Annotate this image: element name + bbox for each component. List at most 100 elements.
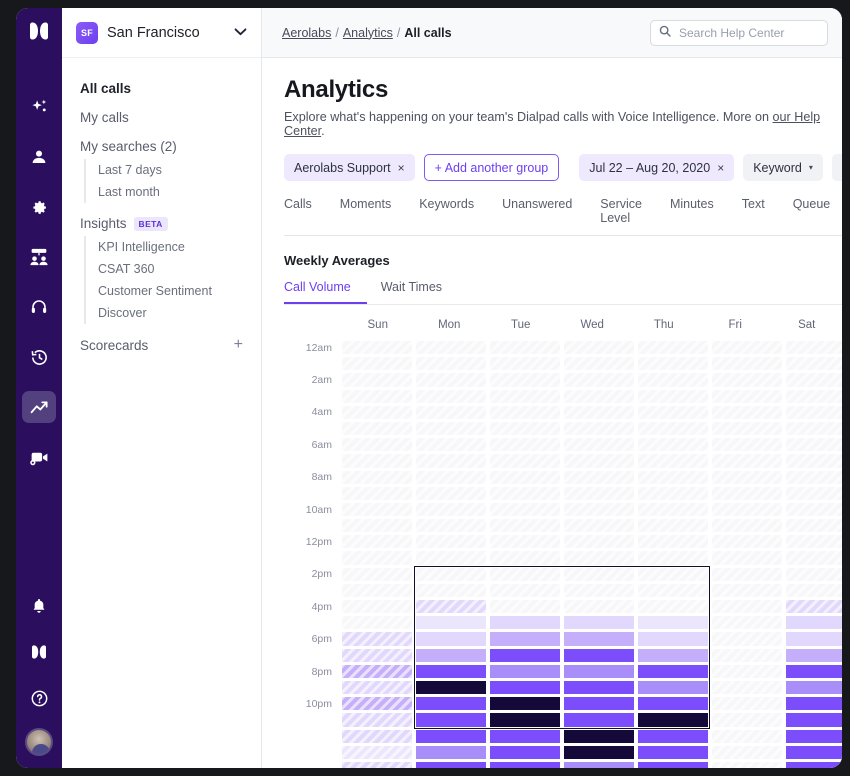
heatmap-cell[interactable]: [786, 729, 842, 743]
filter-moment[interactable]: Moment ▾: [831, 154, 842, 181]
heatmap-cell[interactable]: [490, 551, 560, 565]
heatmap-cell[interactable]: [416, 616, 486, 630]
add-scorecard-icon[interactable]: +: [234, 337, 243, 353]
heatmap-cell[interactable]: [416, 389, 486, 403]
heatmap-cell[interactable]: [564, 583, 634, 598]
heatmap-cell[interactable]: [342, 616, 412, 630]
heatmap-cell[interactable]: [638, 341, 708, 355]
breadcrumb-org[interactable]: Aerolabs: [282, 26, 331, 40]
heatmap-cell[interactable]: [564, 697, 634, 711]
heatmap-cell[interactable]: [416, 502, 486, 517]
heatmap-cell[interactable]: [786, 502, 842, 517]
heatmap-cell[interactable]: [342, 551, 412, 565]
heatmap-cell[interactable]: [416, 519, 486, 533]
heatmap-cell[interactable]: [712, 567, 782, 582]
heatmap-cell[interactable]: [490, 454, 560, 468]
heatmap-cell[interactable]: [342, 405, 412, 420]
sidebar-item-csat-360[interactable]: CSAT 360: [86, 258, 261, 280]
heatmap-cell[interactable]: [490, 389, 560, 403]
heatmap-cell[interactable]: [638, 551, 708, 565]
heatmap-cell[interactable]: [342, 567, 412, 582]
heatmap-cell[interactable]: [712, 583, 782, 598]
heatmap-cell[interactable]: [564, 680, 634, 695]
sidebar-item-discover[interactable]: Discover: [86, 302, 261, 324]
heatmap-cell[interactable]: [786, 616, 842, 630]
video-settings-icon[interactable]: [22, 441, 56, 473]
sidebar-item-last-7-days[interactable]: Last 7 days: [86, 159, 261, 181]
heatmap-cell[interactable]: [638, 616, 708, 630]
heatmap-cell[interactable]: [638, 648, 708, 662]
heatmap-cell[interactable]: [342, 470, 412, 484]
heatmap-cell[interactable]: [416, 713, 486, 727]
heatmap-cell[interactable]: [712, 438, 782, 452]
heatmap-cell[interactable]: [342, 535, 412, 549]
heatmap-cell[interactable]: [712, 502, 782, 517]
heatmap-cell[interactable]: [712, 341, 782, 355]
heatmap-cell[interactable]: [342, 373, 412, 387]
heatmap-cell[interactable]: [564, 373, 634, 387]
heatmap-cell[interactable]: [712, 454, 782, 468]
heatmap-cell[interactable]: [342, 729, 412, 743]
heatmap-cell[interactable]: [416, 551, 486, 565]
heatmap-cell[interactable]: [490, 664, 560, 678]
headset-support-icon[interactable]: [22, 291, 56, 323]
sidebar-item-customer-sentiment[interactable]: Customer Sentiment: [86, 280, 261, 302]
heatmap-cell[interactable]: [564, 470, 634, 484]
heatmap-cell[interactable]: [564, 761, 634, 768]
heatmap-cell[interactable]: [638, 567, 708, 582]
tab-calls[interactable]: Calls: [284, 197, 326, 235]
filter-date-range[interactable]: Jul 22 – Aug 20, 2020 ×: [579, 154, 735, 181]
heatmap-cell[interactable]: [786, 405, 842, 420]
heatmap-cell[interactable]: [712, 616, 782, 630]
close-icon[interactable]: ×: [398, 161, 405, 175]
heatmap-cell[interactable]: [638, 454, 708, 468]
heatmap-cell[interactable]: [416, 535, 486, 549]
heatmap-cell[interactable]: [786, 761, 842, 768]
heatmap-cell[interactable]: [564, 357, 634, 371]
sidebar-item-all-calls[interactable]: All calls: [62, 74, 261, 103]
heatmap-cell[interactable]: [638, 373, 708, 387]
sidebar-group-my-searches[interactable]: My searches (2): [62, 132, 261, 157]
heatmap-cell[interactable]: [786, 470, 842, 484]
heatmap-cell[interactable]: [416, 470, 486, 484]
help-search[interactable]: [650, 19, 828, 46]
heatmap-cell[interactable]: [564, 745, 634, 759]
heatmap-cell[interactable]: [712, 389, 782, 403]
add-another-group-button[interactable]: + Add another group: [423, 154, 560, 181]
heatmap-cell[interactable]: [712, 680, 782, 695]
chevron-down-icon[interactable]: [234, 27, 247, 39]
heatmap-cell[interactable]: [342, 454, 412, 468]
heatmap-cell[interactable]: [416, 357, 486, 371]
heatmap-cell[interactable]: [786, 438, 842, 452]
sparkle-ai-icon[interactable]: [22, 91, 56, 123]
heatmap-cell[interactable]: [638, 486, 708, 501]
heatmap-cell[interactable]: [786, 551, 842, 565]
heatmap-cell[interactable]: [712, 729, 782, 743]
heatmap-cell[interactable]: [712, 600, 782, 614]
heatmap-cell[interactable]: [786, 680, 842, 695]
gear-settings-icon[interactable]: [22, 191, 56, 223]
sidebar-item-last-month[interactable]: Last month: [86, 181, 261, 203]
heatmap-cell[interactable]: [490, 519, 560, 533]
heatmap-cell[interactable]: [342, 357, 412, 371]
dialpad-logo-icon[interactable]: [28, 22, 50, 45]
avatar[interactable]: [25, 728, 53, 756]
heatmap-cell[interactable]: [490, 713, 560, 727]
heatmap-cell[interactable]: [786, 567, 842, 582]
heatmap-cell[interactable]: [416, 745, 486, 759]
heatmap-cell[interactable]: [564, 405, 634, 420]
heatmap-cell[interactable]: [490, 632, 560, 646]
heatmap-cell[interactable]: [564, 729, 634, 743]
heatmap-cell[interactable]: [564, 519, 634, 533]
heatmap-cell[interactable]: [342, 438, 412, 452]
heatmap-cell[interactable]: [490, 680, 560, 695]
heatmap-cell[interactable]: [342, 664, 412, 679]
heatmap-cell[interactable]: [564, 454, 634, 468]
search-input[interactable]: [677, 24, 819, 41]
heatmap-cell[interactable]: [638, 519, 708, 533]
heatmap-cell[interactable]: [564, 535, 634, 549]
close-icon[interactable]: ×: [717, 161, 724, 175]
heatmap-cell[interactable]: [712, 357, 782, 371]
heatmap-cell[interactable]: [786, 519, 842, 533]
heatmap-cell[interactable]: [490, 421, 560, 436]
